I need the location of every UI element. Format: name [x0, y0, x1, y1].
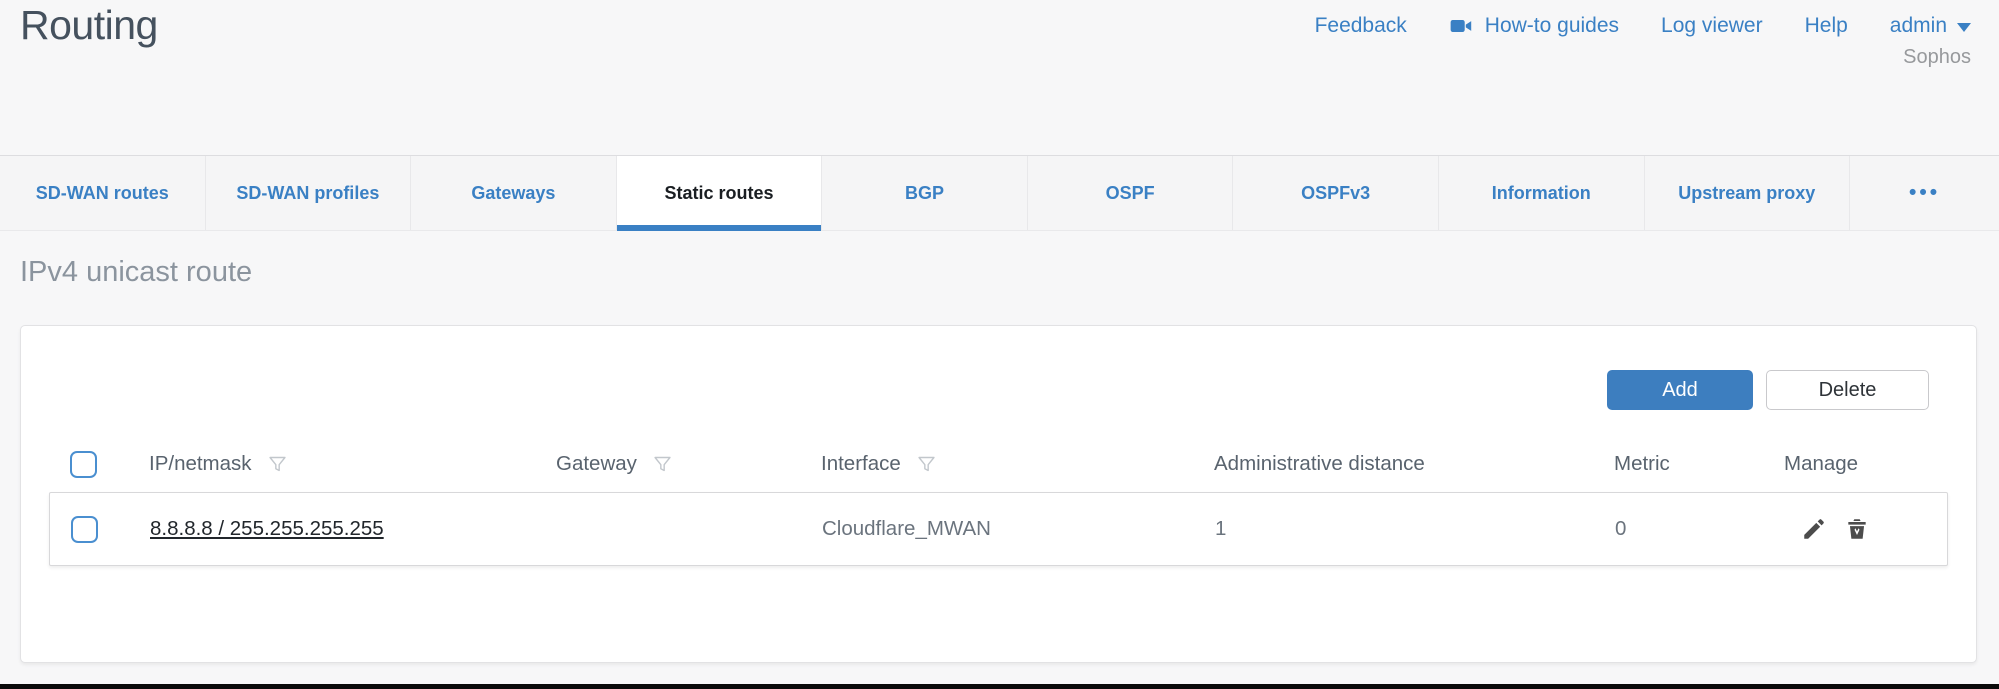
col-header-ip-netmask: IP/netmask — [149, 452, 252, 476]
select-all-checkbox[interactable] — [70, 451, 97, 478]
route-link[interactable]: 8.8.8.8 / 255.255.255.255 — [150, 517, 384, 540]
page-title: Routing — [20, 2, 158, 49]
chevron-down-icon — [1957, 23, 1971, 32]
col-header-administrative-distance: Administrative distance — [1214, 452, 1425, 476]
tab-information[interactable]: Information — [1438, 156, 1644, 230]
col-header-interface: Interface — [821, 452, 901, 476]
top-nav: Feedback How-to guides Log viewer Help a… — [1315, 13, 1971, 39]
delete-icon[interactable] — [1844, 516, 1870, 542]
tab-upstream-proxy[interactable]: Upstream proxy — [1644, 156, 1850, 230]
video-camera-icon — [1449, 13, 1475, 39]
routes-panel: Add Delete IP/netmask Gateway — [20, 325, 1977, 663]
filter-icon-interface[interactable] — [916, 454, 937, 475]
help-label: Help — [1805, 14, 1848, 38]
filter-icon-gateway[interactable] — [652, 454, 673, 475]
screen-bottom-edge — [0, 684, 1999, 689]
log-viewer-link[interactable]: Log viewer — [1661, 14, 1763, 38]
section-title: IPv4 unicast route — [20, 256, 252, 289]
admin-label: admin — [1890, 14, 1947, 38]
more-tabs-button[interactable]: ••• — [1849, 156, 1999, 230]
log-viewer-label: Log viewer — [1661, 14, 1763, 38]
manage-cell — [1785, 516, 1947, 542]
tab-static-routes[interactable]: Static routes — [616, 156, 822, 230]
metric-cell: 0 — [1615, 517, 1785, 541]
table-header-row: IP/netmask Gateway Interface — [49, 436, 1948, 492]
admin-distance-cell: 1 — [1215, 517, 1615, 541]
table-row: 8.8.8.8 / 255.255.255.255 Cloudflare_MWA… — [49, 492, 1948, 566]
help-link[interactable]: Help — [1805, 14, 1848, 38]
interface-cell: Cloudflare_MWAN — [822, 517, 1215, 541]
tab-ospf[interactable]: OSPF — [1027, 156, 1233, 230]
tab-sd-wan-profiles[interactable]: SD-WAN profiles — [205, 156, 411, 230]
routing-page: Routing Feedback How-to guides Log viewe… — [0, 0, 1999, 689]
tab-sd-wan-routes[interactable]: SD-WAN routes — [0, 156, 205, 230]
filter-icon-ip-netmask[interactable] — [267, 454, 288, 475]
tab-bgp[interactable]: BGP — [821, 156, 1027, 230]
add-button[interactable]: Add — [1607, 370, 1753, 410]
edit-icon[interactable] — [1801, 516, 1827, 542]
howto-guides-link[interactable]: How-to guides — [1449, 13, 1619, 39]
tab-ospfv3[interactable]: OSPFv3 — [1232, 156, 1438, 230]
col-header-manage: Manage — [1784, 452, 1858, 476]
delete-button[interactable]: Delete — [1766, 370, 1929, 410]
tab-bar: SD-WAN routes SD-WAN profiles Gateways S… — [0, 155, 1999, 231]
col-header-metric: Metric — [1614, 452, 1670, 476]
routes-table: IP/netmask Gateway Interface — [49, 436, 1948, 566]
org-name: Sophos — [1903, 46, 1971, 69]
col-header-gateway: Gateway — [556, 452, 637, 476]
feedback-link[interactable]: Feedback — [1315, 14, 1407, 38]
tab-gateways[interactable]: Gateways — [410, 156, 616, 230]
feedback-label: Feedback — [1315, 14, 1407, 38]
howto-guides-label: How-to guides — [1485, 14, 1619, 38]
row-checkbox[interactable] — [71, 516, 98, 543]
admin-menu-button[interactable]: admin — [1890, 14, 1971, 38]
table-toolbar: Add Delete — [1607, 370, 1929, 410]
